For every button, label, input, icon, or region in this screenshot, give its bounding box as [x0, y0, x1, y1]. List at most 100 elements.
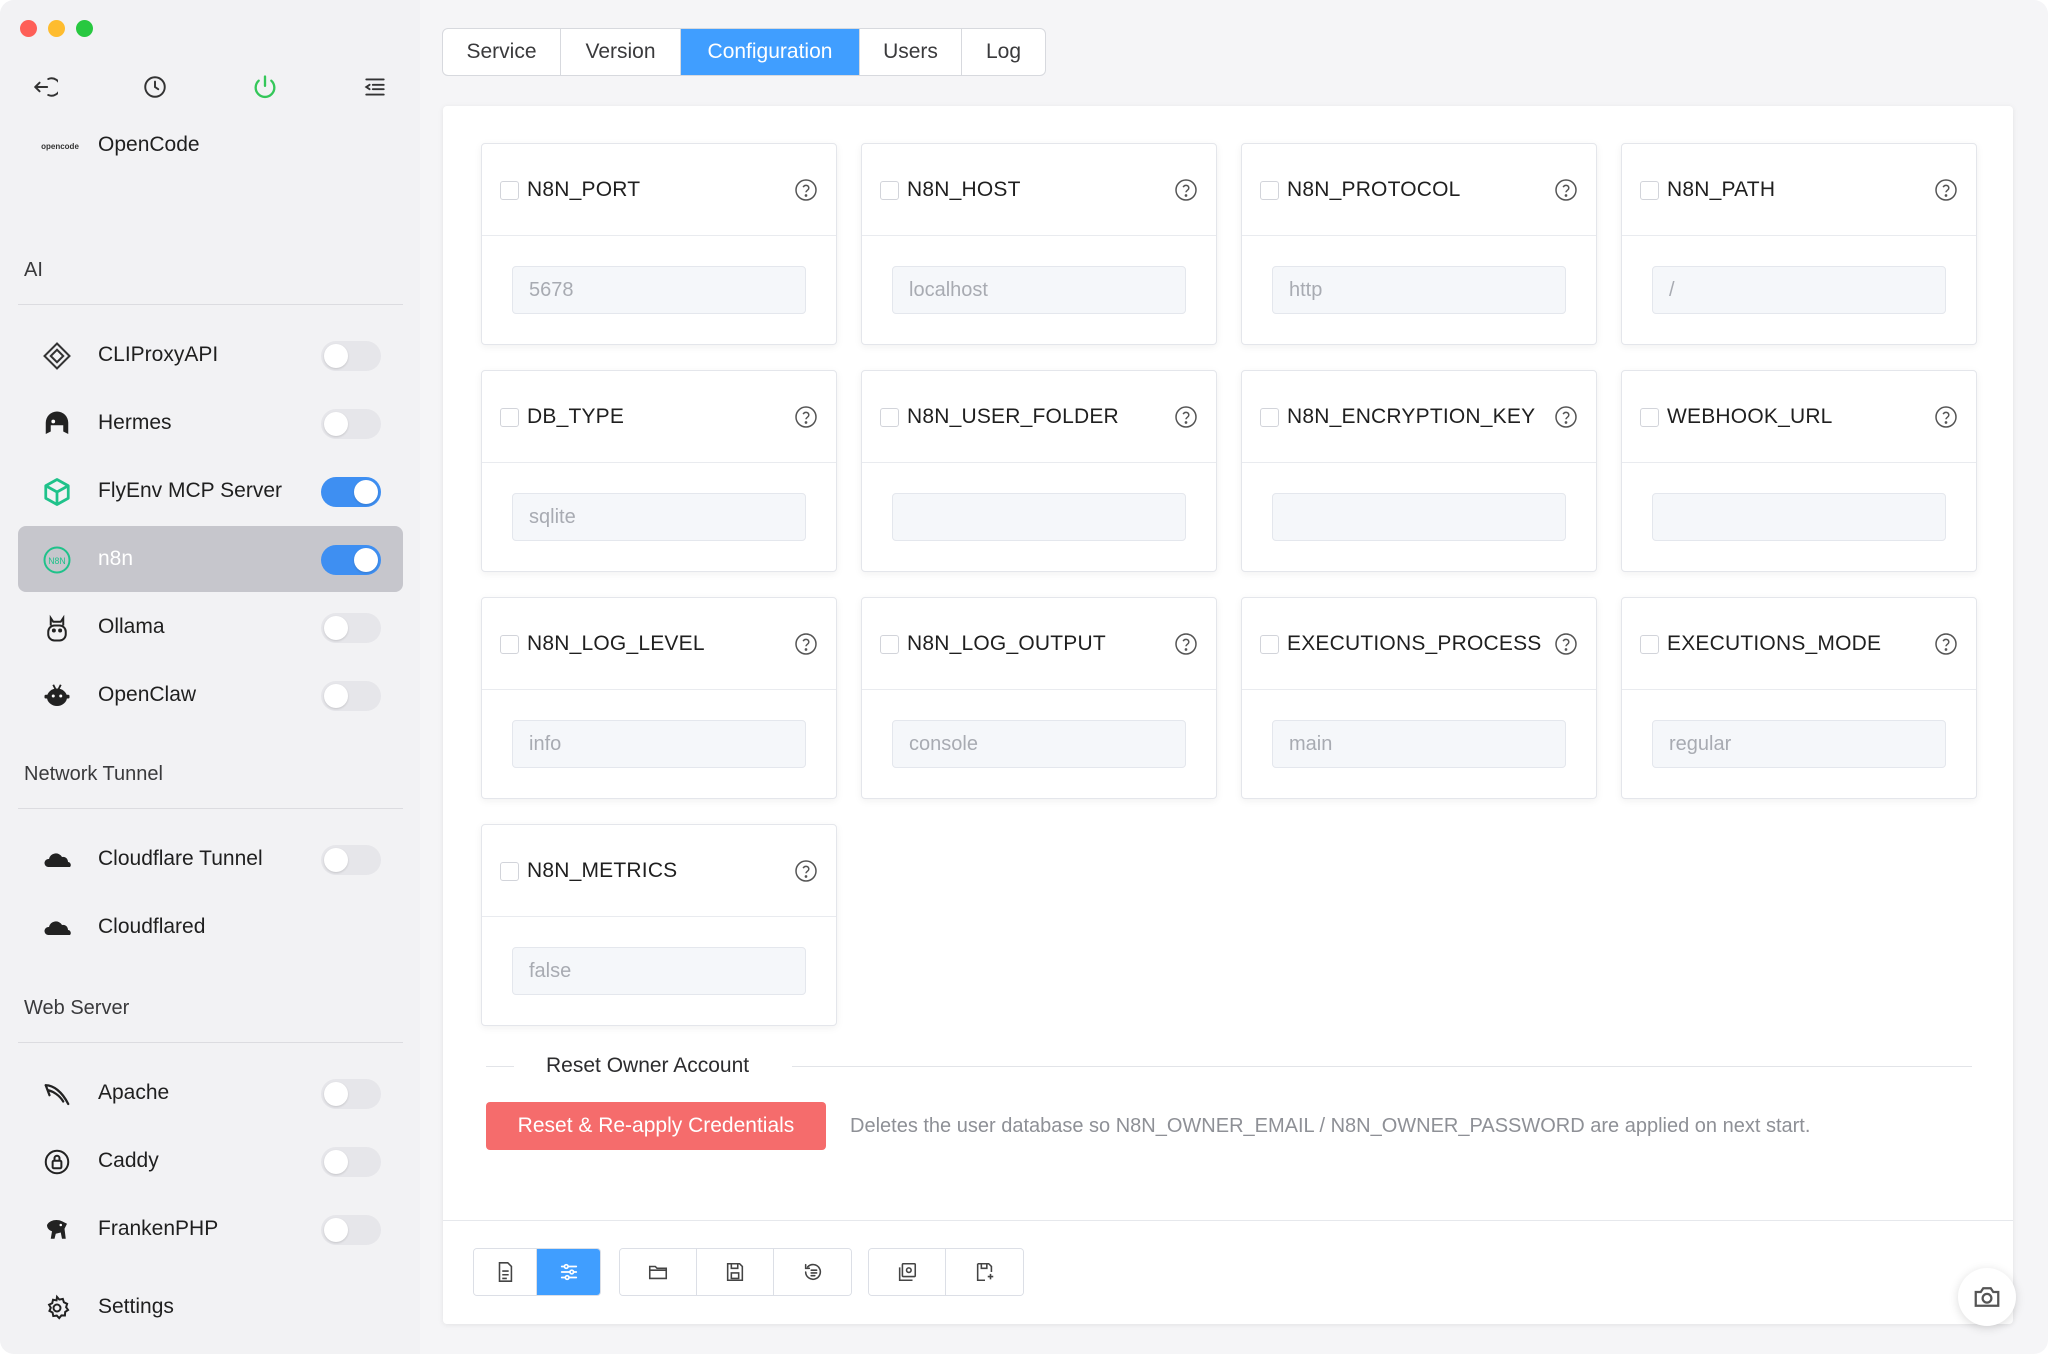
enable-checkbox[interactable] — [500, 181, 519, 200]
config-key-label: WEBHOOK_URL — [1667, 405, 1833, 428]
close-window-button[interactable] — [20, 20, 37, 37]
reset-owner-account-title: Reset Owner Account — [546, 1054, 750, 1077]
help-icon[interactable] — [794, 178, 818, 202]
tab-log[interactable]: Log — [962, 29, 1045, 75]
enable-checkbox[interactable] — [500, 635, 519, 654]
load-custom-config-button[interactable] — [869, 1249, 946, 1295]
app-window: K Kimi opencode OpenCode AI CLIProxyAPI — [0, 0, 2048, 1354]
sidebar-item-cloudflared[interactable]: Cloudflared — [18, 894, 403, 960]
sidebar-item-ollama[interactable]: Ollama — [18, 594, 403, 660]
tab-users[interactable]: Users — [860, 29, 962, 75]
config-card-header: N8N_HOST — [862, 144, 1216, 236]
save-button[interactable] — [697, 1249, 774, 1295]
config-value-input[interactable] — [1272, 720, 1566, 768]
enable-checkbox[interactable] — [1640, 635, 1659, 654]
help-icon[interactable] — [794, 405, 818, 429]
enable-checkbox[interactable] — [500, 862, 519, 881]
help-icon[interactable] — [1174, 632, 1198, 656]
minimize-window-button[interactable] — [48, 20, 65, 37]
config-card-header: N8N_PROTOCOL — [1242, 144, 1596, 236]
footer-divider — [443, 1220, 2013, 1221]
enable-checkbox[interactable] — [1260, 408, 1279, 427]
config-value-input[interactable] — [1272, 493, 1566, 541]
hermes-toggle[interactable] — [321, 409, 381, 439]
help-icon[interactable] — [1174, 405, 1198, 429]
help-icon[interactable] — [1934, 405, 1958, 429]
tab-version[interactable]: Version — [561, 29, 681, 75]
power-icon[interactable] — [248, 70, 282, 104]
help-icon[interactable] — [1554, 632, 1578, 656]
sidebar-item-caddy[interactable]: Caddy — [18, 1128, 403, 1194]
sidebar-item-opencode[interactable]: opencode OpenCode — [18, 112, 403, 178]
n8n-toggle[interactable] — [321, 545, 381, 575]
cloudflare-tunnel-toggle[interactable] — [321, 845, 381, 875]
config-value-input[interactable] — [512, 493, 806, 541]
sidebar-item-n8n[interactable]: N8N n8n — [18, 526, 403, 592]
sidebar-item-openclaw[interactable]: OpenClaw — [18, 662, 403, 728]
sidebar-item-flyenv-mcp-server[interactable]: FlyEnv MCP Server — [18, 458, 403, 524]
sidebar-item-cliproxyapi[interactable]: CLIProxyAPI — [18, 322, 403, 388]
sidebar-item-label: FlyEnv MCP Server — [98, 479, 282, 502]
enable-checkbox[interactable] — [1260, 635, 1279, 654]
help-icon[interactable] — [1554, 405, 1578, 429]
config-card-n8n-host: N8N_HOST — [861, 143, 1217, 345]
config-card-executions-mode: EXECUTIONS_MODE — [1621, 597, 1977, 799]
config-value-input[interactable] — [1652, 720, 1946, 768]
config-value-input[interactable] — [512, 720, 806, 768]
flyenv-mcp-server-toggle[interactable] — [321, 477, 381, 507]
config-card-header: N8N_PORT — [482, 144, 836, 236]
help-icon[interactable] — [1174, 178, 1198, 202]
open-folder-button[interactable] — [620, 1249, 697, 1295]
sidebar-item-apache[interactable]: Apache — [18, 1060, 403, 1126]
reset-credentials-button[interactable]: Reset & Re-apply Credentials — [486, 1102, 826, 1150]
apache-toggle[interactable] — [321, 1079, 381, 1109]
sidebar-item-hermes[interactable]: Hermes — [18, 390, 403, 456]
history-clock-icon[interactable] — [138, 70, 172, 104]
config-value-input[interactable] — [512, 947, 806, 995]
cliproxyapi-toggle[interactable] — [321, 341, 381, 371]
enable-checkbox[interactable] — [1640, 408, 1659, 427]
config-value-input[interactable] — [1652, 266, 1946, 314]
config-key-label: N8N_METRICS — [527, 859, 678, 882]
caddy-toggle[interactable] — [321, 1147, 381, 1177]
enable-checkbox[interactable] — [1260, 181, 1279, 200]
help-icon[interactable] — [1554, 178, 1578, 202]
config-value-input[interactable] — [1272, 266, 1566, 314]
help-icon[interactable] — [794, 632, 818, 656]
config-value-input[interactable] — [1652, 493, 1946, 541]
config-card-header: N8N_LOG_OUTPUT — [862, 598, 1216, 690]
openclaw-toggle[interactable] — [321, 681, 381, 711]
help-icon[interactable] — [1934, 178, 1958, 202]
enable-checkbox[interactable] — [880, 635, 899, 654]
sidebar-item-frankenphp[interactable]: FrankenPHP — [18, 1196, 403, 1262]
sidebar-item-cloudflare-tunnel[interactable]: Cloudflare Tunnel — [18, 826, 403, 892]
help-icon[interactable] — [1934, 632, 1958, 656]
help-icon[interactable] — [794, 859, 818, 883]
sidebar-item-settings[interactable]: Settings — [18, 1274, 403, 1340]
settings-view-button[interactable] — [537, 1249, 600, 1295]
enable-checkbox[interactable] — [880, 408, 899, 427]
back-icon[interactable] — [28, 70, 62, 104]
screenshot-button[interactable] — [1958, 1268, 2016, 1326]
frankenphp-toggle[interactable] — [321, 1215, 381, 1245]
document-view-button[interactable] — [474, 1249, 537, 1295]
franken-elephant-icon — [42, 1215, 72, 1245]
ollama-toggle[interactable] — [321, 613, 381, 643]
tab-configuration[interactable]: Configuration — [681, 29, 860, 75]
reset-default-button[interactable] — [774, 1249, 851, 1295]
tab-service[interactable]: Service — [443, 29, 561, 75]
enable-checkbox[interactable] — [500, 408, 519, 427]
save-custom-config-button[interactable] — [946, 1249, 1023, 1295]
config-card-header: WEBHOOK_URL — [1622, 371, 1976, 463]
config-value-input[interactable] — [892, 720, 1186, 768]
enable-checkbox[interactable] — [880, 181, 899, 200]
config-value-input[interactable] — [512, 266, 806, 314]
enable-checkbox[interactable] — [1640, 181, 1659, 200]
window-controls — [20, 20, 93, 37]
reset-description: Deletes the user database so N8N_OWNER_E… — [850, 1115, 1811, 1137]
config-value-input[interactable] — [892, 266, 1186, 314]
config-value-input[interactable] — [892, 493, 1186, 541]
opencode-logo-icon: opencode — [41, 141, 79, 151]
zoom-window-button[interactable] — [76, 20, 93, 37]
menu-collapse-icon[interactable] — [358, 70, 392, 104]
